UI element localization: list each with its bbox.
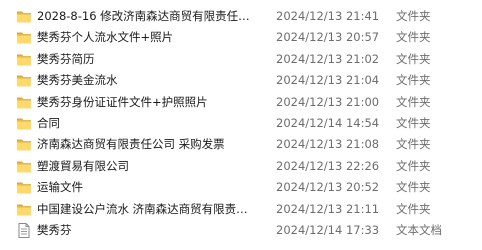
- folder-icon: [16, 52, 32, 67]
- file-type: 文件夹: [396, 94, 431, 109]
- file-type: 文件夹: [396, 180, 431, 195]
- folder-icon: [16, 180, 32, 195]
- folder-icon: [16, 30, 32, 45]
- file-row[interactable]: 樊秀芬身份证证件文件+护照照片 2024/12/13 21:00 文件夹: [0, 92, 482, 113]
- file-row[interactable]: 塑渡貿易有限公司 2024/12/13 22:26 文件夹: [0, 156, 482, 177]
- folder-icon: [16, 159, 32, 174]
- file-row[interactable]: 中国建设公户流水 济南森达商贸有限责任公司 2024/12/13 21:11 文件夹: [0, 199, 482, 220]
- file-name: 樊秀芬美金流水: [37, 73, 118, 88]
- file-name: 2028-8-16 修改济南森达商贸有限责任公司: [37, 9, 259, 23]
- file-modified-date: 2024/12/14 14:54: [276, 115, 380, 130]
- file-row[interactable]: 济南森达商贸有限责任公司 采购发票 2024/12/13 21:08 文件夹: [0, 134, 482, 155]
- file-name: 樊秀芬简历: [37, 51, 95, 66]
- file-modified-date: 2024/12/13 21:00: [276, 94, 380, 109]
- file-name: 合同: [37, 115, 60, 130]
- file-row[interactable]: 樊秀芬 2024/12/14 17:33 文本文档: [0, 220, 482, 241]
- file-modified-date: 2024/12/13 21:11: [276, 201, 380, 216]
- file-name: 樊秀芬身份证证件文件+护照照片: [37, 94, 208, 109]
- file-type: 文件夹: [396, 115, 431, 130]
- file-name: 樊秀芬: [37, 222, 72, 237]
- file-row[interactable]: 樊秀芬美金流水 2024/12/13 21:04 文件夹: [0, 70, 482, 91]
- folder-icon: [16, 202, 32, 217]
- file-row[interactable]: 运输文件 2024/12/13 20:52 文件夹: [0, 177, 482, 198]
- file-type: 文件夹: [396, 51, 431, 66]
- file-modified-date: 2024/12/13 21:02: [276, 51, 380, 66]
- file-modified-date: 2024/12/13 20:57: [276, 30, 380, 45]
- file-list: 2028-8-16 修改济南森达商贸有限责任公司 2024/12/13 21:41…: [0, 6, 482, 241]
- file-modified-date: 2024/12/13 21:04: [276, 73, 380, 88]
- file-row[interactable]: 樊秀芬个人流水文件+照片 2024/12/13 20:57 文件夹: [0, 27, 482, 48]
- file-modified-date: 2024/12/13 21:41: [276, 9, 380, 23]
- file-modified-date: 2024/12/13 21:08: [276, 137, 380, 152]
- file-name: 中国建设公户流水 济南森达商贸有限责任公司: [37, 201, 259, 216]
- folder-icon: [16, 137, 32, 152]
- file-row[interactable]: 合同 2024/12/14 14:54 文件夹: [0, 113, 482, 134]
- text-document-icon: [16, 222, 32, 238]
- file-name: 济南森达商贸有限责任公司 采购发票: [37, 137, 225, 152]
- file-type: 文件夹: [396, 30, 431, 45]
- file-modified-date: 2024/12/13 20:52: [276, 180, 380, 195]
- file-row[interactable]: 樊秀芬简历 2024/12/13 21:02 文件夹: [0, 49, 482, 70]
- file-modified-date: 2024/12/14 17:33: [276, 222, 380, 237]
- file-type: 文件夹: [396, 9, 431, 23]
- file-row[interactable]: 2028-8-16 修改济南森达商贸有限责任公司 2024/12/13 21:41…: [0, 6, 482, 27]
- folder-icon: [16, 116, 32, 131]
- file-modified-date: 2024/12/13 22:26: [276, 158, 380, 173]
- file-name: 樊秀芬个人流水文件+照片: [37, 30, 174, 45]
- file-type: 文本文档: [396, 222, 442, 237]
- file-type: 文件夹: [396, 73, 431, 88]
- file-type: 文件夹: [396, 137, 431, 152]
- file-name: 塑渡貿易有限公司: [37, 158, 129, 173]
- folder-icon: [16, 73, 32, 88]
- file-name: 运输文件: [37, 180, 83, 195]
- file-type: 文件夹: [396, 158, 431, 173]
- file-type: 文件夹: [396, 201, 431, 216]
- folder-icon: [16, 95, 32, 110]
- folder-icon: [16, 9, 32, 24]
